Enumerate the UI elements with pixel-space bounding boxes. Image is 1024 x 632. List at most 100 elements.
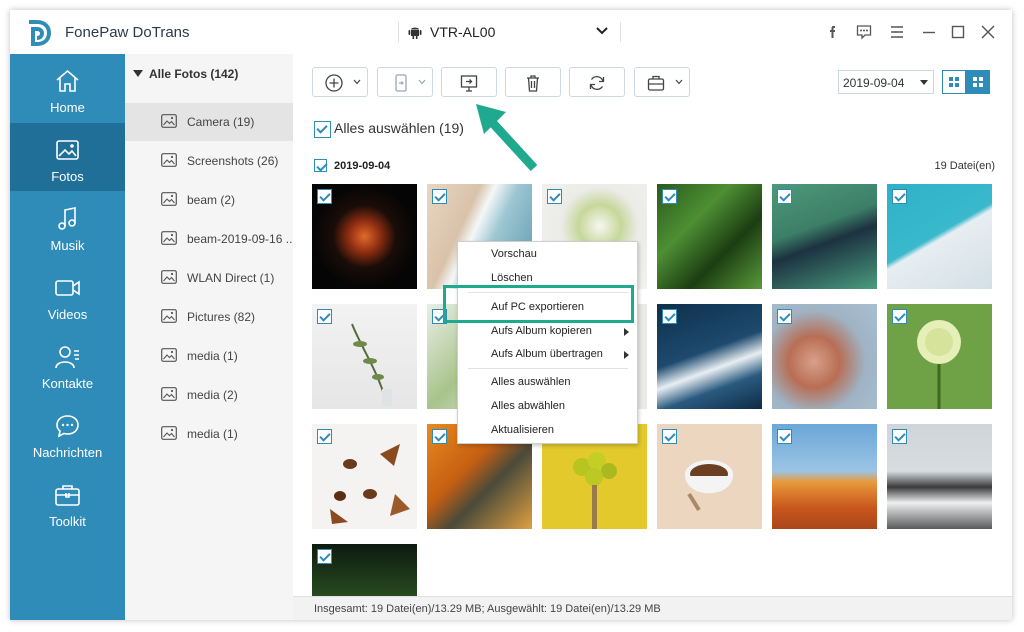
grid-view-small-button[interactable] [942, 70, 966, 94]
sidebar-item-label: Kontakte [41, 376, 94, 391]
menu-item-preview[interactable]: Vorschau [458, 243, 637, 265]
sidebar-item-label: Fotos [51, 169, 84, 184]
export-to-device-button[interactable] [377, 67, 433, 97]
menu-item-label: Vorschau [491, 248, 537, 260]
photo-thumbnail[interactable] [772, 184, 877, 289]
album-item-label: beam-2019-09-16 ... [187, 232, 296, 246]
photo-thumbnail[interactable] [887, 184, 992, 289]
photo-checkbox[interactable] [317, 189, 332, 204]
photo-checkbox[interactable] [777, 189, 792, 204]
grid-large-icon [973, 77, 983, 87]
album-item[interactable]: media (1) [125, 337, 293, 375]
refresh-button[interactable] [569, 67, 625, 97]
grid-view-large-button[interactable] [966, 70, 990, 94]
album-item[interactable]: media (2) [125, 376, 293, 414]
photo-checkbox[interactable] [662, 309, 677, 324]
menu-item-select-all[interactable]: Alles auswählen [458, 371, 637, 393]
sidebar-item-musik[interactable]: Musik [10, 192, 125, 260]
albums-header[interactable]: Alle Fotos (142) [133, 67, 238, 81]
select-all-label[interactable]: Alles auswählen (19) [334, 120, 464, 136]
date-group-checkbox[interactable] [314, 159, 327, 172]
menu-icon[interactable] [889, 24, 905, 40]
coffee-cup-graphic [685, 460, 733, 512]
video-icon [55, 280, 80, 296]
photo-checkbox[interactable] [317, 309, 332, 324]
albums-header-label: Alle Fotos (142) [149, 67, 239, 81]
messages-icon [56, 415, 79, 438]
dropdown-arrow-icon [920, 80, 928, 85]
photo-checkbox[interactable] [777, 429, 792, 444]
photo-checkbox[interactable] [662, 429, 677, 444]
sidebar-item-nachrichten[interactable]: Nachrichten [10, 399, 125, 467]
photo-checkbox[interactable] [432, 189, 447, 204]
feedback-icon[interactable] [856, 24, 872, 40]
menu-item-label: Alles abwählen [491, 400, 565, 412]
toolbox-button[interactable] [634, 67, 690, 97]
menu-item-deselect-all[interactable]: Alles abwählen [458, 395, 637, 417]
photo-thumbnail[interactable] [312, 304, 417, 409]
add-button[interactable] [312, 67, 368, 97]
date-filter-select[interactable]: 2019-09-04 [838, 70, 934, 94]
facebook-icon[interactable] [825, 24, 841, 40]
album-item-label: beam (2) [187, 193, 236, 207]
album-item[interactable]: media (1) [125, 415, 293, 453]
album-item[interactable]: WLAN Direct (1) [125, 259, 293, 297]
maximize-icon[interactable] [950, 24, 966, 40]
photo-thumbnail[interactable] [657, 304, 762, 409]
photo-checkbox[interactable] [892, 309, 907, 324]
photo-checkbox[interactable] [777, 309, 792, 324]
album-item-label: Camera (19) [187, 115, 255, 129]
flower-graphic [917, 320, 961, 409]
sidebar: Home Fotos Musik Videos Kontakte Nachric… [10, 54, 125, 620]
sidebar-item-label: Home [50, 100, 85, 115]
photo-checkbox[interactable] [317, 549, 332, 564]
menu-item-refresh[interactable]: Aktualisieren [458, 419, 637, 441]
sidebar-item-toolkit[interactable]: Toolkit [10, 468, 125, 536]
album-item[interactable]: Camera (19) [125, 103, 293, 141]
album-photo-icon [161, 153, 177, 167]
menu-item-move-to-album[interactable]: Aufs Album übertragen [458, 343, 637, 365]
photo-checkbox[interactable] [892, 189, 907, 204]
sidebar-item-videos[interactable]: Videos [10, 261, 125, 329]
sidebar-item-fotos[interactable]: Fotos [10, 123, 125, 191]
photo-checkbox[interactable] [662, 189, 677, 204]
sidebar-item-home[interactable]: Home [10, 54, 125, 122]
leaves-graphic [330, 444, 410, 524]
photo-thumbnail[interactable] [312, 184, 417, 289]
sidebar-item-kontakte[interactable]: Kontakte [10, 330, 125, 398]
album-item[interactable]: beam (2) [125, 181, 293, 219]
menu-item-copy-to-album[interactable]: Aufs Album kopieren [458, 320, 637, 342]
app-title: FonePaw DoTrans [65, 24, 190, 41]
close-icon[interactable] [980, 24, 996, 40]
album-photo-icon [161, 426, 177, 440]
photo-thumbnail[interactable] [312, 544, 417, 596]
device-selector[interactable]: VTR-AL00 [408, 24, 608, 40]
album-item[interactable]: beam-2019-09-16 ... [125, 220, 296, 258]
photo-thumbnail[interactable] [312, 424, 417, 529]
menu-item-label: Aufs Album kopieren [491, 325, 592, 337]
chevron-down-icon [596, 27, 608, 35]
album-item[interactable]: Pictures (82) [125, 298, 293, 336]
music-icon [58, 207, 76, 230]
photo-thumbnail[interactable] [887, 424, 992, 529]
photo-thumbnail[interactable] [657, 184, 762, 289]
chevron-down-icon [675, 79, 683, 85]
album-item[interactable]: Screenshots (26) [125, 142, 293, 180]
photo-checkbox[interactable] [892, 429, 907, 444]
photo-checkbox[interactable] [432, 429, 447, 444]
photo-thumbnail[interactable] [772, 304, 877, 409]
photo-icon [56, 140, 79, 160]
minimize-icon[interactable] [921, 24, 937, 40]
select-all-checkbox[interactable] [314, 121, 331, 138]
delete-button[interactable] [505, 67, 561, 97]
device-name: VTR-AL00 [430, 24, 496, 40]
album-photo-icon [161, 309, 177, 323]
submenu-arrow-icon [624, 351, 629, 359]
photo-checkbox[interactable] [547, 189, 562, 204]
album-item-label: media (2) [187, 388, 238, 402]
export-to-pc-button[interactable] [441, 67, 497, 97]
photo-thumbnail[interactable] [657, 424, 762, 529]
photo-thumbnail[interactable] [772, 424, 877, 529]
plant-graphic [573, 452, 617, 529]
photo-thumbnail[interactable] [887, 304, 992, 409]
